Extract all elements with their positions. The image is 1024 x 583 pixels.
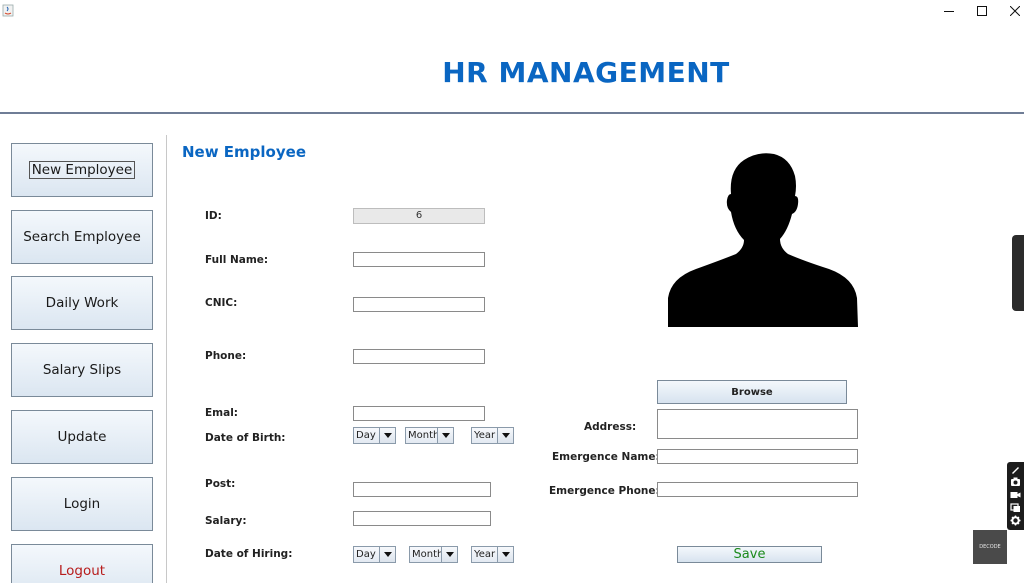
dob-year-value: Year (474, 430, 496, 441)
post-input[interactable] (353, 482, 491, 497)
app-window: HR MANAGEMENT New Employee Search Employ… (0, 0, 1024, 583)
close-button[interactable] (995, 0, 1024, 22)
logout-label: Logout (58, 563, 106, 579)
salary-input[interactable] (353, 511, 491, 526)
dob-month-select[interactable]: Month (405, 427, 454, 444)
id-label: ID: (205, 210, 222, 222)
daily-work-label: Daily Work (45, 295, 119, 311)
full-name-input[interactable] (353, 252, 485, 267)
update-button[interactable]: Update (11, 410, 153, 464)
emergency-phone-label: Emergence Phone: (549, 485, 660, 497)
new-employee-button[interactable]: New Employee (11, 143, 153, 197)
cnic-label: CNIC: (205, 297, 238, 309)
close-icon (1010, 6, 1020, 16)
java-app-icon (2, 4, 14, 17)
emergency-name-label: Emergence Name: (552, 451, 660, 463)
hiring-year-value: Year (474, 549, 496, 560)
post-label: Post: (205, 478, 236, 490)
salary-slips-button[interactable]: Salary Slips (11, 343, 153, 397)
hiring-date-label: Date of Hiring: (205, 548, 293, 560)
cnic-input[interactable] (353, 297, 485, 312)
email-label: Emal: (205, 407, 238, 419)
chevron-down-icon (497, 428, 513, 443)
chevron-down-icon (437, 428, 453, 443)
maximize-icon (977, 6, 987, 16)
search-employee-button[interactable]: Search Employee (11, 210, 153, 264)
browse-button[interactable]: Browse (657, 380, 847, 404)
dob-year-select[interactable]: Year (471, 427, 514, 444)
search-employee-label: Search Employee (23, 229, 141, 245)
hiring-year-select[interactable]: Year (471, 546, 514, 563)
new-employee-label: New Employee (28, 161, 136, 179)
address-label: Address: (584, 421, 637, 433)
side-panel-tab[interactable] (1012, 235, 1024, 311)
watermark-text: DECODE (979, 544, 1001, 550)
dob-label: Date of Birth: (205, 432, 286, 444)
phone-input[interactable] (353, 349, 485, 364)
save-button[interactable]: Save (677, 546, 822, 563)
logout-button[interactable]: Logout (11, 544, 153, 583)
hiring-month-value: Month (412, 549, 444, 560)
chevron-down-icon (379, 547, 395, 562)
camera-icon[interactable] (1010, 476, 1021, 487)
full-name-label: Full Name: (205, 254, 269, 266)
pen-icon[interactable] (1010, 464, 1021, 475)
id-field: 6 (353, 208, 485, 224)
emergency-name-input[interactable] (657, 449, 858, 464)
chevron-down-icon (441, 547, 457, 562)
person-silhouette-icon (668, 153, 858, 327)
update-label: Update (57, 429, 107, 445)
title-bar (0, 0, 1024, 22)
salary-label: Salary: (205, 515, 247, 527)
hiring-month-select[interactable]: Month (409, 546, 458, 563)
sidebar-divider (166, 135, 167, 583)
hiring-day-value: Day (356, 549, 376, 560)
login-button[interactable]: Login (11, 477, 153, 531)
dob-day-value: Day (356, 430, 376, 441)
salary-slips-label: Salary Slips (42, 362, 122, 378)
header-divider (0, 112, 1024, 114)
dob-day-select[interactable]: Day (353, 427, 396, 444)
recorder-toolbar (1007, 462, 1024, 530)
watermark-logo: DECODE (973, 530, 1007, 564)
emergency-phone-input[interactable] (657, 482, 858, 497)
video-camera-icon[interactable] (1010, 489, 1021, 500)
minimize-icon (944, 11, 954, 12)
phone-label: Phone: (205, 350, 247, 362)
chevron-down-icon (379, 428, 395, 443)
dob-month-value: Month (408, 430, 440, 441)
app-title: HR MANAGEMENT (442, 56, 730, 89)
daily-work-button[interactable]: Daily Work (11, 276, 153, 330)
chevron-down-icon (497, 547, 513, 562)
login-label: Login (63, 496, 101, 512)
windows-icon[interactable] (1010, 502, 1021, 513)
hiring-day-select[interactable]: Day (353, 546, 396, 563)
gear-icon[interactable] (1010, 515, 1021, 526)
email-input[interactable] (353, 406, 485, 421)
address-input[interactable] (657, 409, 858, 439)
form-title: New Employee (182, 143, 306, 161)
